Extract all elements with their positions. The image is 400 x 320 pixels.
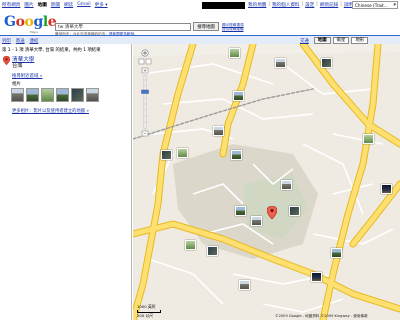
map-photo-marker[interactable]: [177, 148, 188, 158]
photo-thumbnail[interactable]: [86, 88, 99, 102]
search-input[interactable]: [55, 23, 191, 31]
photo-thumbnail[interactable]: [56, 88, 69, 102]
satellite-view-button[interactable]: 衛星: [332, 37, 350, 44]
svg-text:+: +: [143, 68, 147, 74]
map-photo-marker[interactable]: [251, 216, 262, 226]
user-links: 我的地圖| 我的個人資料| 設定| 網頁記錄| 說明| 登出: [248, 2, 368, 8]
map-photo-marker[interactable]: [161, 150, 172, 160]
map-photo-marker[interactable]: [185, 240, 196, 250]
top-navigation-bar: 所有網頁 圖片 地圖 新聞 網誌 Gmail 更多 ▾ 我的地圖 | 我的個人資料…: [0, 0, 400, 11]
traffic-link[interactable]: 交通: [300, 38, 309, 44]
map-copyright: ©2009 Google - 地圖資料 ©2009 Kingway - 使用條款: [275, 314, 368, 318]
map-type-controls: 交通 地圖 衛星 地形: [300, 37, 369, 44]
more-photos-link[interactable]: 更多相片：影片以及使用者建立的地圖 »: [12, 108, 89, 114]
product-nav: 所有網頁 圖片 地圖 新聞 網誌 Gmail 更多 ▾: [2, 2, 108, 8]
logo-subtitle: Maps: [30, 30, 38, 34]
map-scale: 1000 英呎 200 公尺: [137, 304, 161, 319]
photo-thumbnail[interactable]: [41, 88, 54, 102]
zoom-control[interactable]: + −: [137, 48, 153, 140]
terrain-view-button[interactable]: 地形: [351, 37, 369, 44]
language-select[interactable]: Chinese (Trad...: [352, 1, 398, 9]
result-country: 台灣: [12, 63, 23, 69]
photo-thumbnails: [11, 88, 99, 102]
search-maps-button[interactable]: 搜尋地圖: [193, 22, 219, 31]
google-logo[interactable]: Google: [4, 14, 57, 30]
map-photo-marker[interactable]: [213, 126, 224, 136]
search-nearby-link[interactable]: 搜尋附近區域 »: [12, 73, 42, 79]
map-photo-marker[interactable]: [363, 134, 374, 144]
photo-thumbnail[interactable]: [71, 88, 84, 102]
map-photo-marker[interactable]: [289, 206, 300, 216]
results-sidebar: 第 1 - 1 項 清華大學, 台灣 的結果，共約 1 項結果 清華大學 台灣 …: [0, 44, 132, 320]
map-canvas[interactable]: + − 1000 英呎 200 公尺 ©2009 Google - 地圖資料 ©…: [133, 44, 400, 320]
map-photo-marker[interactable]: [233, 91, 244, 101]
map-view-button[interactable]: 地圖: [313, 37, 331, 44]
map-photo-marker[interactable]: [381, 184, 392, 194]
map-photo-marker[interactable]: [239, 280, 250, 290]
nav-blogs[interactable]: 網誌: [64, 2, 73, 8]
photo-thumbnail[interactable]: [11, 88, 24, 102]
photos-label: 相片: [12, 82, 21, 87]
map-photo-marker[interactable]: [207, 246, 218, 256]
my-maps-link[interactable]: 我的地圖: [248, 2, 266, 8]
map-photo-marker[interactable]: [331, 248, 342, 258]
nav-web[interactable]: 所有網頁: [2, 2, 20, 8]
map-photo-marker[interactable]: [229, 48, 240, 58]
profile-link[interactable]: 我的個人資料: [272, 2, 300, 8]
nav-more[interactable]: 更多 ▾: [95, 2, 108, 8]
road-network: [133, 44, 400, 320]
map-photo-marker[interactable]: [235, 206, 246, 216]
map-photo-marker[interactable]: [311, 272, 322, 282]
settings-link[interactable]: 設定: [305, 2, 314, 8]
search-options-links: 顯示搜尋選項 提供搜尋建議: [222, 23, 244, 31]
nav-gmail[interactable]: Gmail: [77, 2, 90, 8]
result-marker-icon[interactable]: [3, 56, 10, 65]
nav-maps[interactable]: 地圖: [38, 2, 47, 8]
nav-images[interactable]: 圖片: [24, 2, 33, 8]
map-photo-marker[interactable]: [275, 58, 286, 68]
map-photo-marker[interactable]: [321, 58, 332, 68]
suggest-link[interactable]: 提供搜尋建議: [222, 27, 244, 31]
map-toolbar: 列印 寄送 連結 交通 地圖 衛星 地形: [0, 35, 400, 44]
location-pin-icon[interactable]: [267, 206, 277, 219]
result-summary: 第 1 - 1 項 清華大學, 台灣 的結果，共約 1 項結果: [2, 48, 101, 53]
svg-text:−: −: [143, 132, 147, 137]
nav-news[interactable]: 新聞: [51, 2, 60, 8]
search-header: Google Maps 搜尋地圖 顯示搜尋選項 提供搜尋建議 舉例而言：台北市或…: [0, 11, 400, 36]
map-photo-marker[interactable]: [231, 150, 242, 160]
redacted-account: [202, 2, 245, 9]
map-photo-marker[interactable]: [281, 180, 292, 190]
history-link[interactable]: 網頁記錄: [320, 2, 338, 8]
photo-thumbnail[interactable]: [26, 88, 39, 102]
